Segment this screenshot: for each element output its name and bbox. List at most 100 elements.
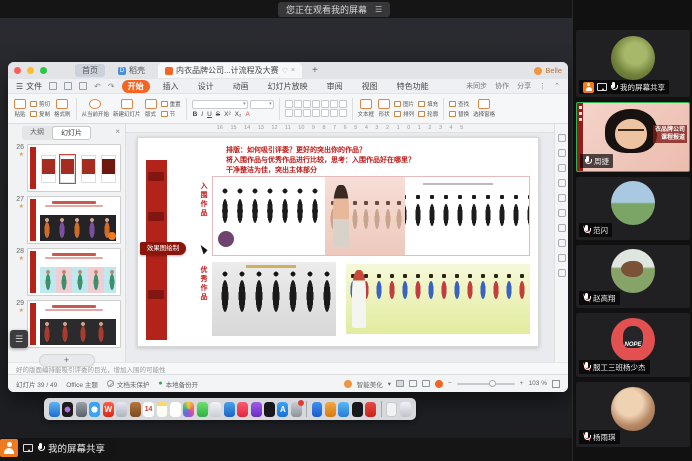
undo-icon[interactable]: ↶ <box>94 82 101 91</box>
replace-button[interactable]: 替换 <box>449 110 469 118</box>
dock-icon-teamviewer[interactable] <box>312 402 323 417</box>
arrange-button[interactable]: 排列 <box>394 110 414 118</box>
dock-icon-wps[interactable]: W <box>103 402 114 417</box>
dock-icon-safari[interactable] <box>89 402 100 417</box>
tab-slides[interactable]: 幻灯片 <box>52 126 91 140</box>
ribbon-tab-review[interactable]: 审阅 <box>321 80 349 93</box>
participant-tile[interactable]: 范闪 <box>576 177 690 240</box>
print-icon[interactable] <box>64 82 72 90</box>
transition-panel-icon[interactable] <box>558 209 566 217</box>
protection-status[interactable]: 文档未保护 <box>107 379 150 389</box>
zoom-level[interactable]: 103 % <box>529 380 547 387</box>
beautify-caret-icon[interactable]: ▾ <box>388 380 391 388</box>
minimize-traffic-light[interactable] <box>27 67 34 74</box>
panel-close-icon[interactable]: × <box>115 127 120 136</box>
ribbon-tab-start[interactable]: 开始 <box>122 80 150 93</box>
cut-button[interactable]: 剪切 <box>30 100 50 108</box>
dock-icon-red-app[interactable] <box>365 402 376 417</box>
banner-menu-icon[interactable]: ☰ <box>375 5 382 14</box>
add-slide-button[interactable]: + <box>39 354 95 367</box>
section-button[interactable]: 节 <box>161 110 181 118</box>
zoom-out-icon[interactable]: − <box>448 380 452 387</box>
fit-screen-icon[interactable] <box>552 380 560 388</box>
dock-icon-launchpad[interactable] <box>76 402 87 417</box>
zoom-slider-knob[interactable] <box>489 380 496 387</box>
media-panel-icon[interactable] <box>558 269 566 277</box>
slide-thumbnail[interactable] <box>27 248 121 296</box>
collab-button[interactable]: 协作 <box>495 81 509 91</box>
dock-icon-photos[interactable] <box>183 402 194 417</box>
floating-menu-widget[interactable]: ☰ <box>10 330 28 348</box>
dock-screenshot-file[interactable] <box>386 402 397 417</box>
redo-icon[interactable]: ↷ <box>108 82 115 91</box>
zoom-traffic-light[interactable] <box>40 67 47 74</box>
participant-tile[interactable]: 赵高翔 <box>576 245 690 308</box>
effects-panel-icon[interactable] <box>558 179 566 187</box>
slide-thumbnail[interactable] <box>27 144 121 192</box>
dock-icon-preview[interactable] <box>116 402 127 417</box>
dock-icon-keynote[interactable] <box>224 402 235 417</box>
beautify-label[interactable]: 智能美化 <box>357 379 383 389</box>
properties-panel-icon[interactable] <box>558 134 566 142</box>
paste-button[interactable]: 粘贴 <box>14 99 26 118</box>
align-panel-icon[interactable] <box>558 239 566 247</box>
tab-document[interactable]: 内衣品牌公司...计流程及大赛 ♡ × <box>158 63 302 78</box>
dock-icon-meeting[interactable] <box>338 402 349 417</box>
italic-button[interactable]: I <box>200 111 204 118</box>
tab-docer[interactable]: D 稻壳 <box>111 64 152 77</box>
layout-button[interactable]: 版式 <box>145 99 157 118</box>
excellent-works-dark-panel[interactable] <box>212 262 336 336</box>
picture-button[interactable]: 图片 <box>394 100 414 108</box>
collapse-ribbon-icon[interactable]: ⌃ <box>554 82 560 90</box>
dock-icon-podcasts[interactable] <box>251 402 262 417</box>
strikethrough-button[interactable]: S <box>215 111 221 118</box>
export-icon[interactable] <box>79 82 87 90</box>
shape-button[interactable]: 形状 <box>378 99 390 118</box>
tab-outline[interactable]: 大纲 <box>22 126 52 140</box>
settings-panel-icon[interactable] <box>558 224 566 232</box>
more-icon[interactable]: ⋮ <box>539 82 546 90</box>
copy-button[interactable]: 复制 <box>30 110 50 118</box>
underline-button[interactable]: U <box>206 111 213 118</box>
animation-panel-icon[interactable] <box>558 194 566 202</box>
new-slide-button[interactable]: 新建幻灯片 <box>113 99 141 118</box>
textbox-button[interactable]: 文本框 <box>358 99 375 118</box>
zoom-in-icon[interactable]: + <box>520 380 524 387</box>
zoom-slider[interactable] <box>457 383 515 385</box>
new-tab-button[interactable]: + <box>308 65 322 76</box>
dock-icon-qq[interactable] <box>352 402 363 417</box>
slideshow-play-icon[interactable] <box>435 380 443 388</box>
dock-icon-books[interactable] <box>130 402 141 417</box>
find-button[interactable]: 查找 <box>449 100 469 108</box>
doc-tab-close-icon[interactable]: × <box>291 67 295 74</box>
outline-button[interactable]: 轮廓 <box>418 110 438 118</box>
participant-tile[interactable]: NOPE 服工三班杨少杰 <box>576 313 690 377</box>
dock-icon-finder[interactable] <box>49 402 60 417</box>
slide-sorter-icon[interactable] <box>409 380 417 387</box>
dock-icon-stats[interactable] <box>210 402 221 417</box>
participant-tile-active-speaker[interactable]: 衣品牌公司 课程报道 周捷 <box>576 102 690 172</box>
dock-icon-notes[interactable] <box>157 402 168 417</box>
current-slide[interactable]: 效果图绘制 排版：如何吸引评委？更好的突出你的作品？ 将入围作品与优秀作品进行比… <box>137 137 539 347</box>
play-from-current-button[interactable]: 从当前开始 <box>82 99 110 118</box>
fill-button[interactable]: 填充 <box>418 100 438 108</box>
section-label-shortlisted[interactable]: 入围作品 <box>198 182 208 218</box>
dock-icon-toolbox[interactable] <box>325 402 336 417</box>
excellent-works-color-panel[interactable] <box>346 264 530 334</box>
slide-header-text[interactable]: 排版：如何吸引评委？更好的突出你的作品？ 将入围作品与优秀作品进行比较，思考：入… <box>226 146 415 176</box>
ribbon-tab-view[interactable]: 视图 <box>356 80 384 93</box>
file-menu[interactable]: ☰文件 <box>16 81 42 92</box>
font-size-select[interactable] <box>250 100 274 109</box>
close-traffic-light[interactable] <box>14 67 21 74</box>
reset-button[interactable]: 重置 <box>161 100 181 108</box>
ribbon-tab-slideshow[interactable]: 幻灯片放映 <box>262 80 314 93</box>
reading-view-icon[interactable] <box>422 380 430 387</box>
dock-icon-settings[interactable] <box>291 402 302 417</box>
slide-thumbnail[interactable] <box>27 196 121 244</box>
superscript-button[interactable]: X² <box>223 111 232 118</box>
dock-icon-calendar[interactable]: 14 <box>143 402 154 417</box>
dock-icon-app-store[interactable]: A <box>277 402 288 417</box>
ribbon-tab-design[interactable]: 设计 <box>192 80 220 93</box>
save-icon[interactable] <box>49 82 57 90</box>
history-panel-icon[interactable] <box>558 254 566 262</box>
